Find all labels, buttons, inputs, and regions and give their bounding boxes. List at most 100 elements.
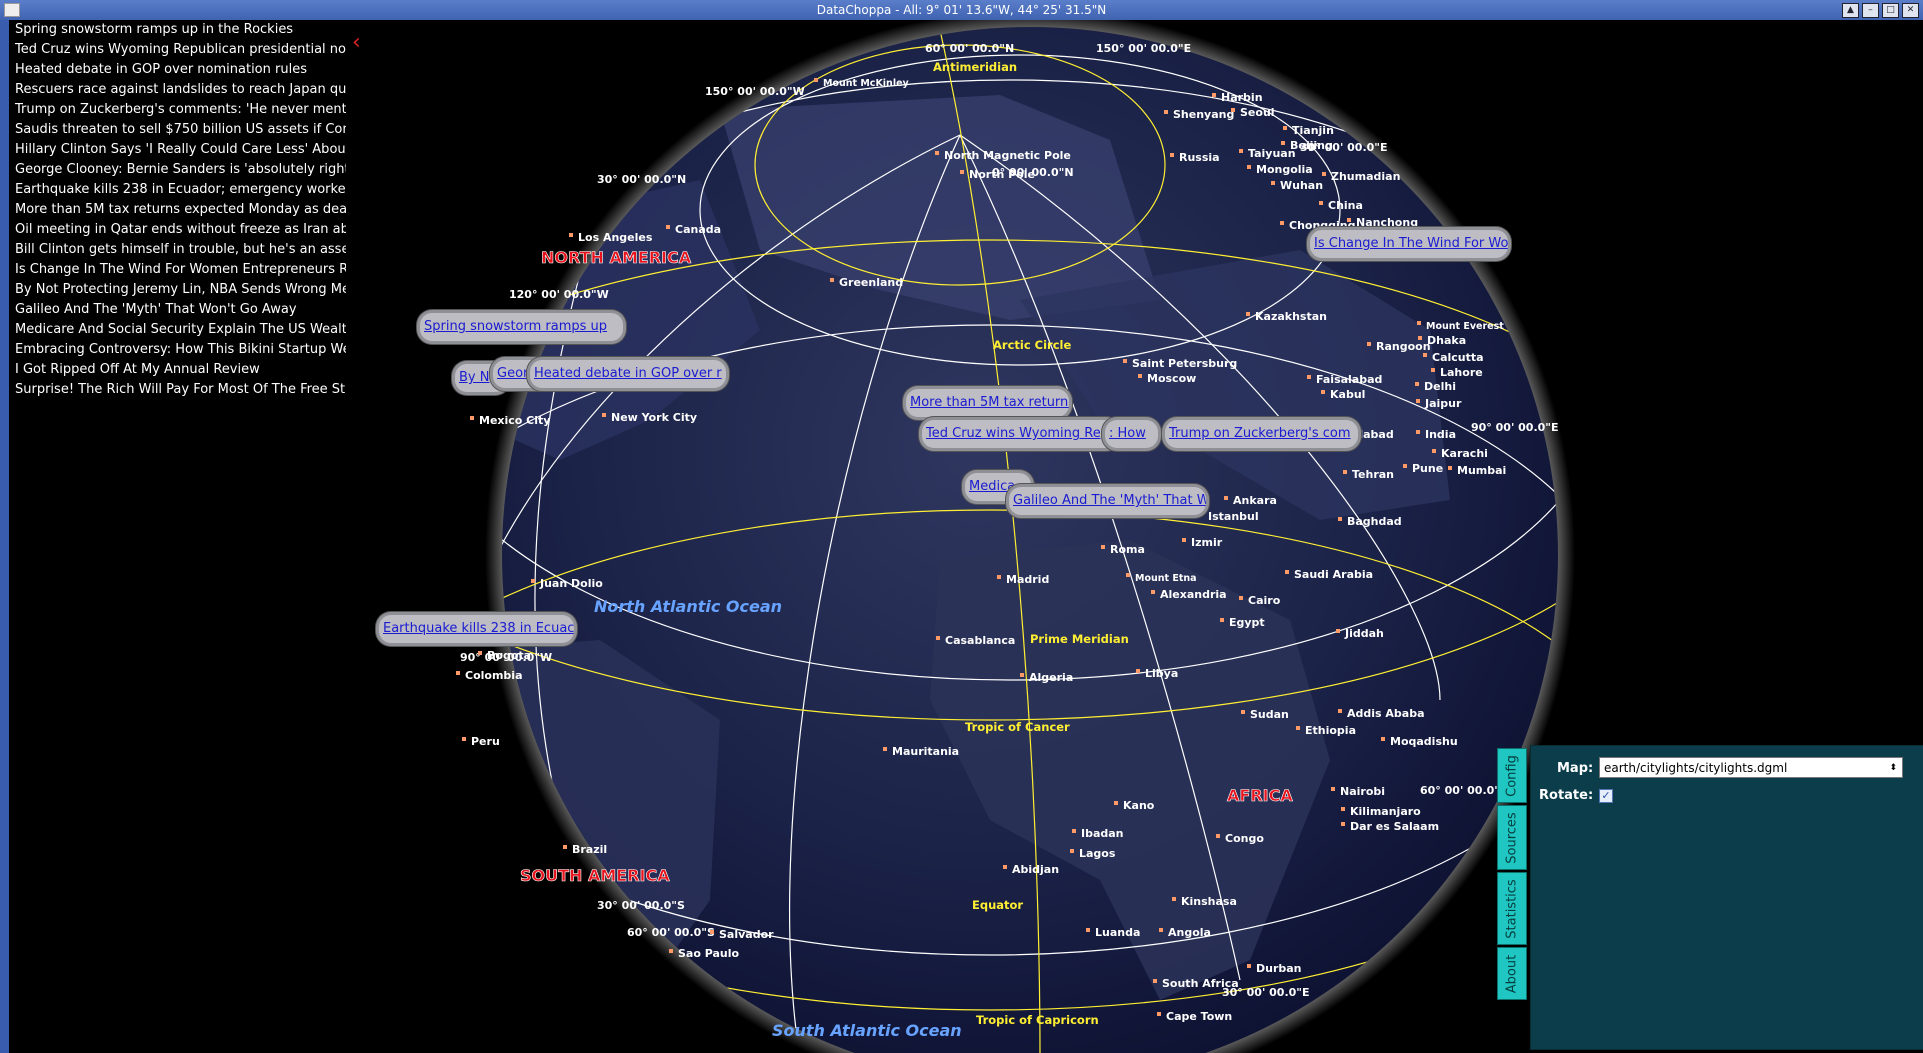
city-marker <box>1319 201 1323 205</box>
place-label: Angola <box>1168 926 1211 939</box>
news-list-item[interactable]: George Clooney: Bernie Sanders is 'absol… <box>9 160 346 180</box>
city-marker <box>1157 1012 1161 1016</box>
place-label: Zhumadian <box>1331 170 1400 183</box>
city-marker <box>1138 374 1142 378</box>
yellow-label: Prime Meridian <box>1030 632 1129 646</box>
tab-statistics[interactable]: Statistics <box>1497 872 1527 945</box>
news-list-item[interactable]: Is Change In The Wind For Women Entrepre… <box>9 260 346 280</box>
place-label: Moqadishu <box>1390 735 1458 748</box>
city-marker <box>1321 390 1325 394</box>
place-label: Mumbai <box>1457 464 1506 477</box>
news-list-item[interactable]: Bill Clinton gets himself in trouble, bu… <box>9 240 346 260</box>
map-select[interactable]: earth/citylights/citylights.dgml ⬍ <box>1599 757 1903 778</box>
tab-sources[interactable]: Sources <box>1497 805 1527 870</box>
tab-config[interactable]: Config <box>1497 748 1527 803</box>
news-bubble[interactable]: Trump on Zuckerberg's com <box>1162 417 1361 451</box>
news-list-item[interactable]: Earthquake kills 238 in Ecuador; emergen… <box>9 180 346 200</box>
news-list-item[interactable]: Embracing Controversy: How This Bikini S… <box>9 340 346 360</box>
city-marker <box>1416 430 1420 434</box>
news-list-item[interactable]: Ted Cruz wins Wyoming Republican preside… <box>9 40 346 60</box>
city-marker <box>1336 629 1340 633</box>
continent-label: SOUTH AMERICA <box>520 866 670 885</box>
place-label: North Magnetic Pole <box>944 149 1071 162</box>
place-label: Kazakhstan <box>1255 310 1327 323</box>
yellow-label: Tropic of Capricorn <box>976 1013 1099 1027</box>
grid-label: 60° 00' 00.0"E <box>1420 784 1508 797</box>
rotate-checkbox[interactable]: ✓ <box>1599 789 1613 803</box>
news-bubble[interactable]: Galileo And The 'Myth' That W <box>1006 484 1209 518</box>
city-marker <box>1151 590 1155 594</box>
window-menu-icon[interactable] <box>4 3 20 17</box>
news-list-item[interactable]: Rescuers race against landslides to reac… <box>9 80 346 100</box>
place-label: Roma <box>1110 543 1145 556</box>
news-bubble[interactable]: More than 5M tax returns ex <box>903 386 1072 420</box>
city-marker <box>1212 93 1216 97</box>
config-pane: Map: earth/citylights/citylights.dgml ⬍ … <box>1530 745 1923 1050</box>
city-marker <box>710 930 714 934</box>
city-marker <box>531 579 535 583</box>
collapse-panel-icon[interactable]: ‹ <box>352 30 361 55</box>
news-list-item[interactable]: More than 5M tax returns expected Monday… <box>9 200 346 220</box>
city-marker <box>1283 126 1287 130</box>
news-bubble[interactable]: Ted Cruz wins Wyoming Repu <box>919 417 1121 451</box>
city-marker <box>602 413 606 417</box>
city-marker <box>814 78 818 82</box>
city-marker <box>1280 221 1284 225</box>
city-marker <box>462 737 466 741</box>
place-label: India <box>1425 428 1456 441</box>
continent-label: NORTH AMERICA <box>541 248 692 267</box>
rotate-label: Rotate: <box>1539 788 1594 803</box>
place-label: Calcutta <box>1432 351 1484 364</box>
news-list-item[interactable]: I Got Ripped Off At My Annual Review <box>9 360 346 380</box>
place-label: Durban <box>1256 962 1302 975</box>
tab-about[interactable]: About <box>1497 947 1527 1000</box>
map-label: Map: <box>1557 761 1594 776</box>
city-marker <box>1170 153 1174 157</box>
minimize-button-icon[interactable]: – <box>1862 3 1879 18</box>
news-list-item[interactable]: Galileo And The 'Myth' That Won't Go Awa… <box>9 300 346 320</box>
place-label: Harbin <box>1221 91 1263 104</box>
place-label: Colombia <box>465 669 523 682</box>
place-label: Kilimanjaro <box>1350 805 1421 818</box>
news-bubble[interactable]: Heated debate in GOP over r <box>527 357 729 391</box>
news-list-item[interactable]: By Not Protecting Jeremy Lin, NBA Sends … <box>9 280 346 300</box>
city-marker <box>1448 466 1452 470</box>
city-marker <box>1341 807 1345 811</box>
continent-label: AFRICA <box>1227 786 1293 805</box>
place-label: New York City <box>611 411 697 424</box>
city-marker <box>1086 928 1090 932</box>
news-list-item[interactable]: Medicare And Social Security Explain The… <box>9 320 346 340</box>
news-list-item[interactable]: Heated debate in GOP over nomination rul… <box>9 60 346 80</box>
city-marker <box>1070 849 1074 853</box>
city-marker <box>1331 787 1335 791</box>
news-bubble[interactable]: Is Change In The Wind For Wo <box>1307 227 1511 261</box>
grid-label: 120° 00' 00.0"W <box>509 288 609 301</box>
city-marker <box>1296 726 1300 730</box>
city-marker <box>1307 375 1311 379</box>
news-bubble[interactable]: Spring snowstorm ramps up <box>417 310 626 344</box>
tab-about-label: About <box>1504 954 1520 993</box>
place-label: Ethiopia <box>1305 724 1356 737</box>
place-label: Mount McKinley <box>823 78 910 89</box>
city-marker <box>666 225 670 229</box>
place-label: Abidjan <box>1012 863 1059 876</box>
place-label: Karachi <box>1441 447 1488 460</box>
place-label: Nairobi <box>1340 785 1385 798</box>
news-bubble[interactable]: : How <box>1102 417 1161 451</box>
place-label: Izmir <box>1191 536 1223 549</box>
shade-button-icon[interactable]: ▲ <box>1842 3 1859 18</box>
city-marker <box>936 636 940 640</box>
news-list-item[interactable]: Trump on Zuckerberg's comments: 'He neve… <box>9 100 346 120</box>
place-label: Brazil <box>572 843 607 856</box>
city-marker <box>1159 928 1163 932</box>
close-button-icon[interactable]: ✕ <box>1902 3 1919 18</box>
maximize-button-icon[interactable]: □ <box>1882 3 1899 18</box>
news-list-item[interactable]: Saudis threaten to sell $750 billion US … <box>9 120 346 140</box>
news-list-item[interactable]: Oil meeting in Qatar ends without freeze… <box>9 220 346 240</box>
news-list-item[interactable]: Surprise! The Rich Will Pay For Most Of … <box>9 380 346 400</box>
news-list-item[interactable]: Hillary Clinton Says 'I Really Could Car… <box>9 140 346 160</box>
news-list-item[interactable]: Spring snowstorm ramps up in the Rockies <box>9 20 346 40</box>
news-bubble[interactable]: Earthquake kills 238 in Ecuac <box>376 612 577 646</box>
news-list: Spring snowstorm ramps up in the Rockies… <box>0 20 347 1053</box>
place-label: Kinshasa <box>1181 895 1237 908</box>
